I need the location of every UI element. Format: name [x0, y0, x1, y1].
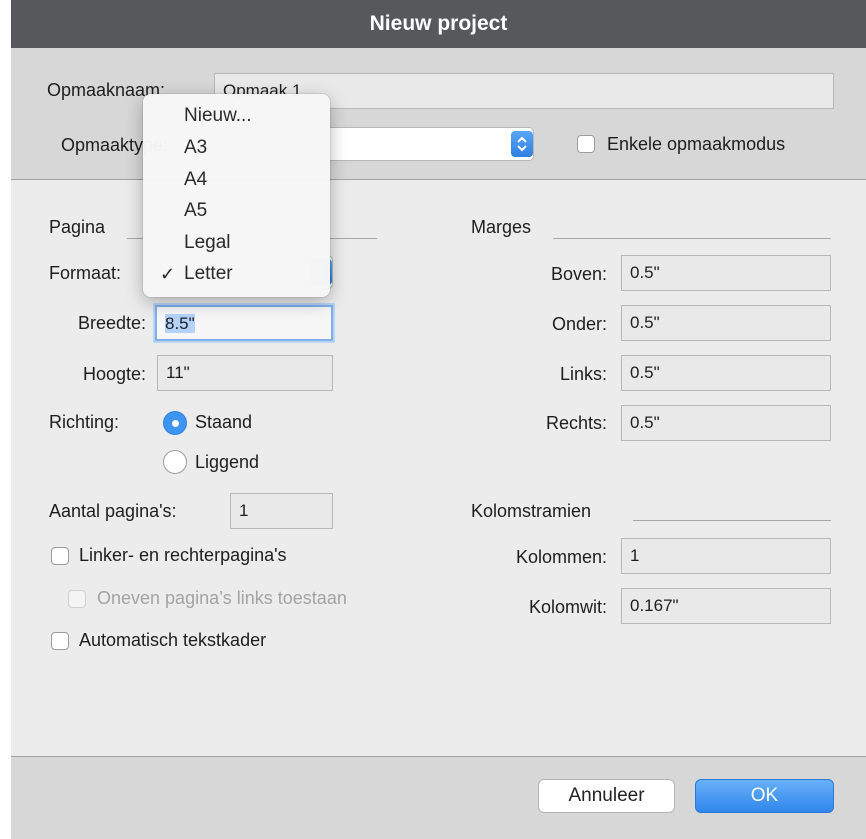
orientation-portrait-radio[interactable] [163, 411, 187, 435]
menu-item-a3[interactable]: A3 [184, 137, 207, 159]
columns-group-divider [633, 520, 831, 521]
facing-pages-label: Linker- en rechterpagina's [79, 545, 287, 565]
margin-left-input[interactable]: 0.5" [621, 355, 831, 391]
facing-pages-checkbox[interactable] [51, 547, 69, 565]
height-input[interactable]: 11" [157, 355, 333, 391]
dialog-title: Nieuw project [11, 0, 866, 48]
margins-group-label: Marges [471, 217, 532, 237]
new-project-dialog: Nieuw project Opmaaknaam: Opmaak 1 Opmaa… [11, 0, 866, 839]
width-value-selected: 8.5" [165, 314, 195, 333]
width-label: Breedte: [77, 313, 146, 333]
gutter-input[interactable]: 0.167" [621, 588, 831, 624]
layout-settings-section: Opmaaknaam: Opmaak 1 Opmaaktype: Enkele … [11, 48, 866, 180]
format-label: Formaat: [49, 263, 122, 283]
page-group-label: Pagina [49, 217, 106, 237]
page-count-label: Aantal pagina's: [49, 501, 177, 521]
orientation-landscape-label: Liggend [195, 452, 260, 472]
single-layout-mode-checkbox[interactable] [577, 135, 595, 153]
allow-odd-left-label: Oneven pagina’s links toestaan [97, 588, 347, 608]
auto-textbox-checkbox[interactable] [51, 632, 69, 650]
margin-right-input[interactable]: 0.5" [621, 405, 831, 441]
select-arrows-icon [511, 131, 533, 157]
format-dropdown-menu: Nieuw... A3 A4 A5 Legal ✓ Letter [143, 94, 330, 297]
height-label: Hoogte: [82, 364, 146, 384]
dialog-footer: Annuleer OK [11, 756, 866, 839]
allow-odd-left-checkbox[interactable] [68, 590, 86, 608]
menu-item-a4[interactable]: A4 [184, 169, 207, 191]
menu-item-letter[interactable]: Letter [184, 263, 233, 285]
auto-textbox-label: Automatisch tekstkader [79, 630, 267, 650]
page-count-input[interactable]: 1 [230, 493, 333, 529]
margin-top-label: Boven: [550, 264, 607, 284]
orientation-landscape-radio[interactable] [163, 450, 187, 474]
margin-right-label: Rechts: [545, 413, 607, 433]
single-layout-mode-label: Enkele opmaakmodus [607, 134, 786, 154]
checkmark-icon: ✓ [160, 264, 176, 284]
margin-bottom-input[interactable]: 0.5" [621, 305, 831, 341]
margin-top-input[interactable]: 0.5" [621, 255, 831, 291]
width-input[interactable]: 8.5" [155, 305, 333, 341]
columns-group-label: Kolomstramien [471, 501, 592, 521]
menu-item-legal[interactable]: Legal [184, 232, 231, 254]
margin-left-label: Links: [559, 364, 607, 384]
menu-item-a5[interactable]: A5 [184, 200, 207, 222]
margin-bottom-label: Onder: [551, 314, 607, 334]
cancel-button[interactable]: Annuleer [538, 779, 675, 813]
gutter-label: Kolomwit: [528, 597, 607, 617]
columns-count-input[interactable]: 1 [621, 538, 831, 574]
ok-button[interactable]: OK [695, 779, 834, 813]
orientation-label: Richting: [49, 412, 120, 432]
orientation-portrait-label: Staand [195, 412, 253, 432]
margins-group-divider [553, 238, 831, 239]
menu-item-new[interactable]: Nieuw... [184, 105, 252, 127]
columns-count-label: Kolommen: [515, 547, 607, 567]
